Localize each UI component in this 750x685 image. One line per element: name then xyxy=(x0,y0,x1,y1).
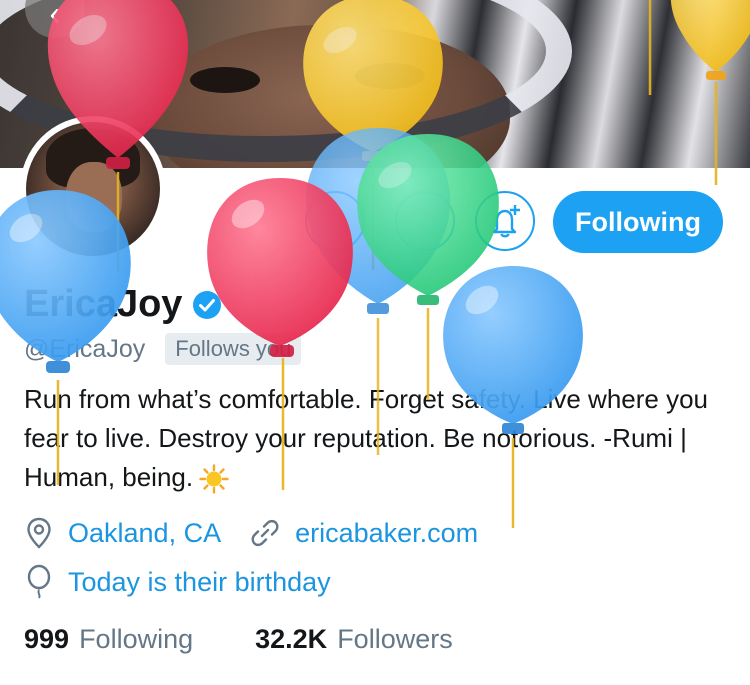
verified-badge-icon xyxy=(193,290,222,319)
following-label: Following xyxy=(79,624,194,654)
user-handle: @EricaJoy xyxy=(24,334,146,363)
birthday-text[interactable]: Today is their birthday xyxy=(68,567,331,598)
birthday-row: Today is their birthday xyxy=(24,564,331,600)
display-name: EricaJoy xyxy=(24,283,183,325)
followers-label: Followers xyxy=(337,624,453,654)
avatar[interactable] xyxy=(26,122,160,256)
profile-bio: Run from what’s comfortable. Forget safe… xyxy=(24,380,714,497)
message-button[interactable] xyxy=(395,191,455,251)
balloon-green xyxy=(357,134,499,400)
bio-text: Run from what’s comfortable. Forget safe… xyxy=(24,384,709,492)
sun-emoji xyxy=(199,464,229,494)
following-count-link[interactable]: 999 Following xyxy=(24,624,193,655)
notifications-button[interactable] xyxy=(475,191,535,251)
following-button[interactable]: Following xyxy=(553,191,723,253)
followers-count-link[interactable]: 32.2K Followers xyxy=(255,624,453,655)
location-link[interactable]: Oakland, CA xyxy=(68,518,221,549)
balloon-icon xyxy=(27,564,51,599)
follows-you-badge: Follows you xyxy=(165,333,302,365)
more-options-button[interactable] xyxy=(305,191,365,251)
following-count: 999 xyxy=(24,624,70,654)
followers-count: 32.2K xyxy=(255,624,328,654)
follow-stats: 999 Following 32.2K Followers xyxy=(24,624,515,655)
bell-plus-icon xyxy=(492,205,520,238)
link-icon xyxy=(251,519,279,547)
location-pin-icon xyxy=(27,517,51,549)
profile-meta: Oakland, CA ericabaker.com xyxy=(24,516,478,550)
website-link[interactable]: ericabaker.com xyxy=(295,518,478,549)
